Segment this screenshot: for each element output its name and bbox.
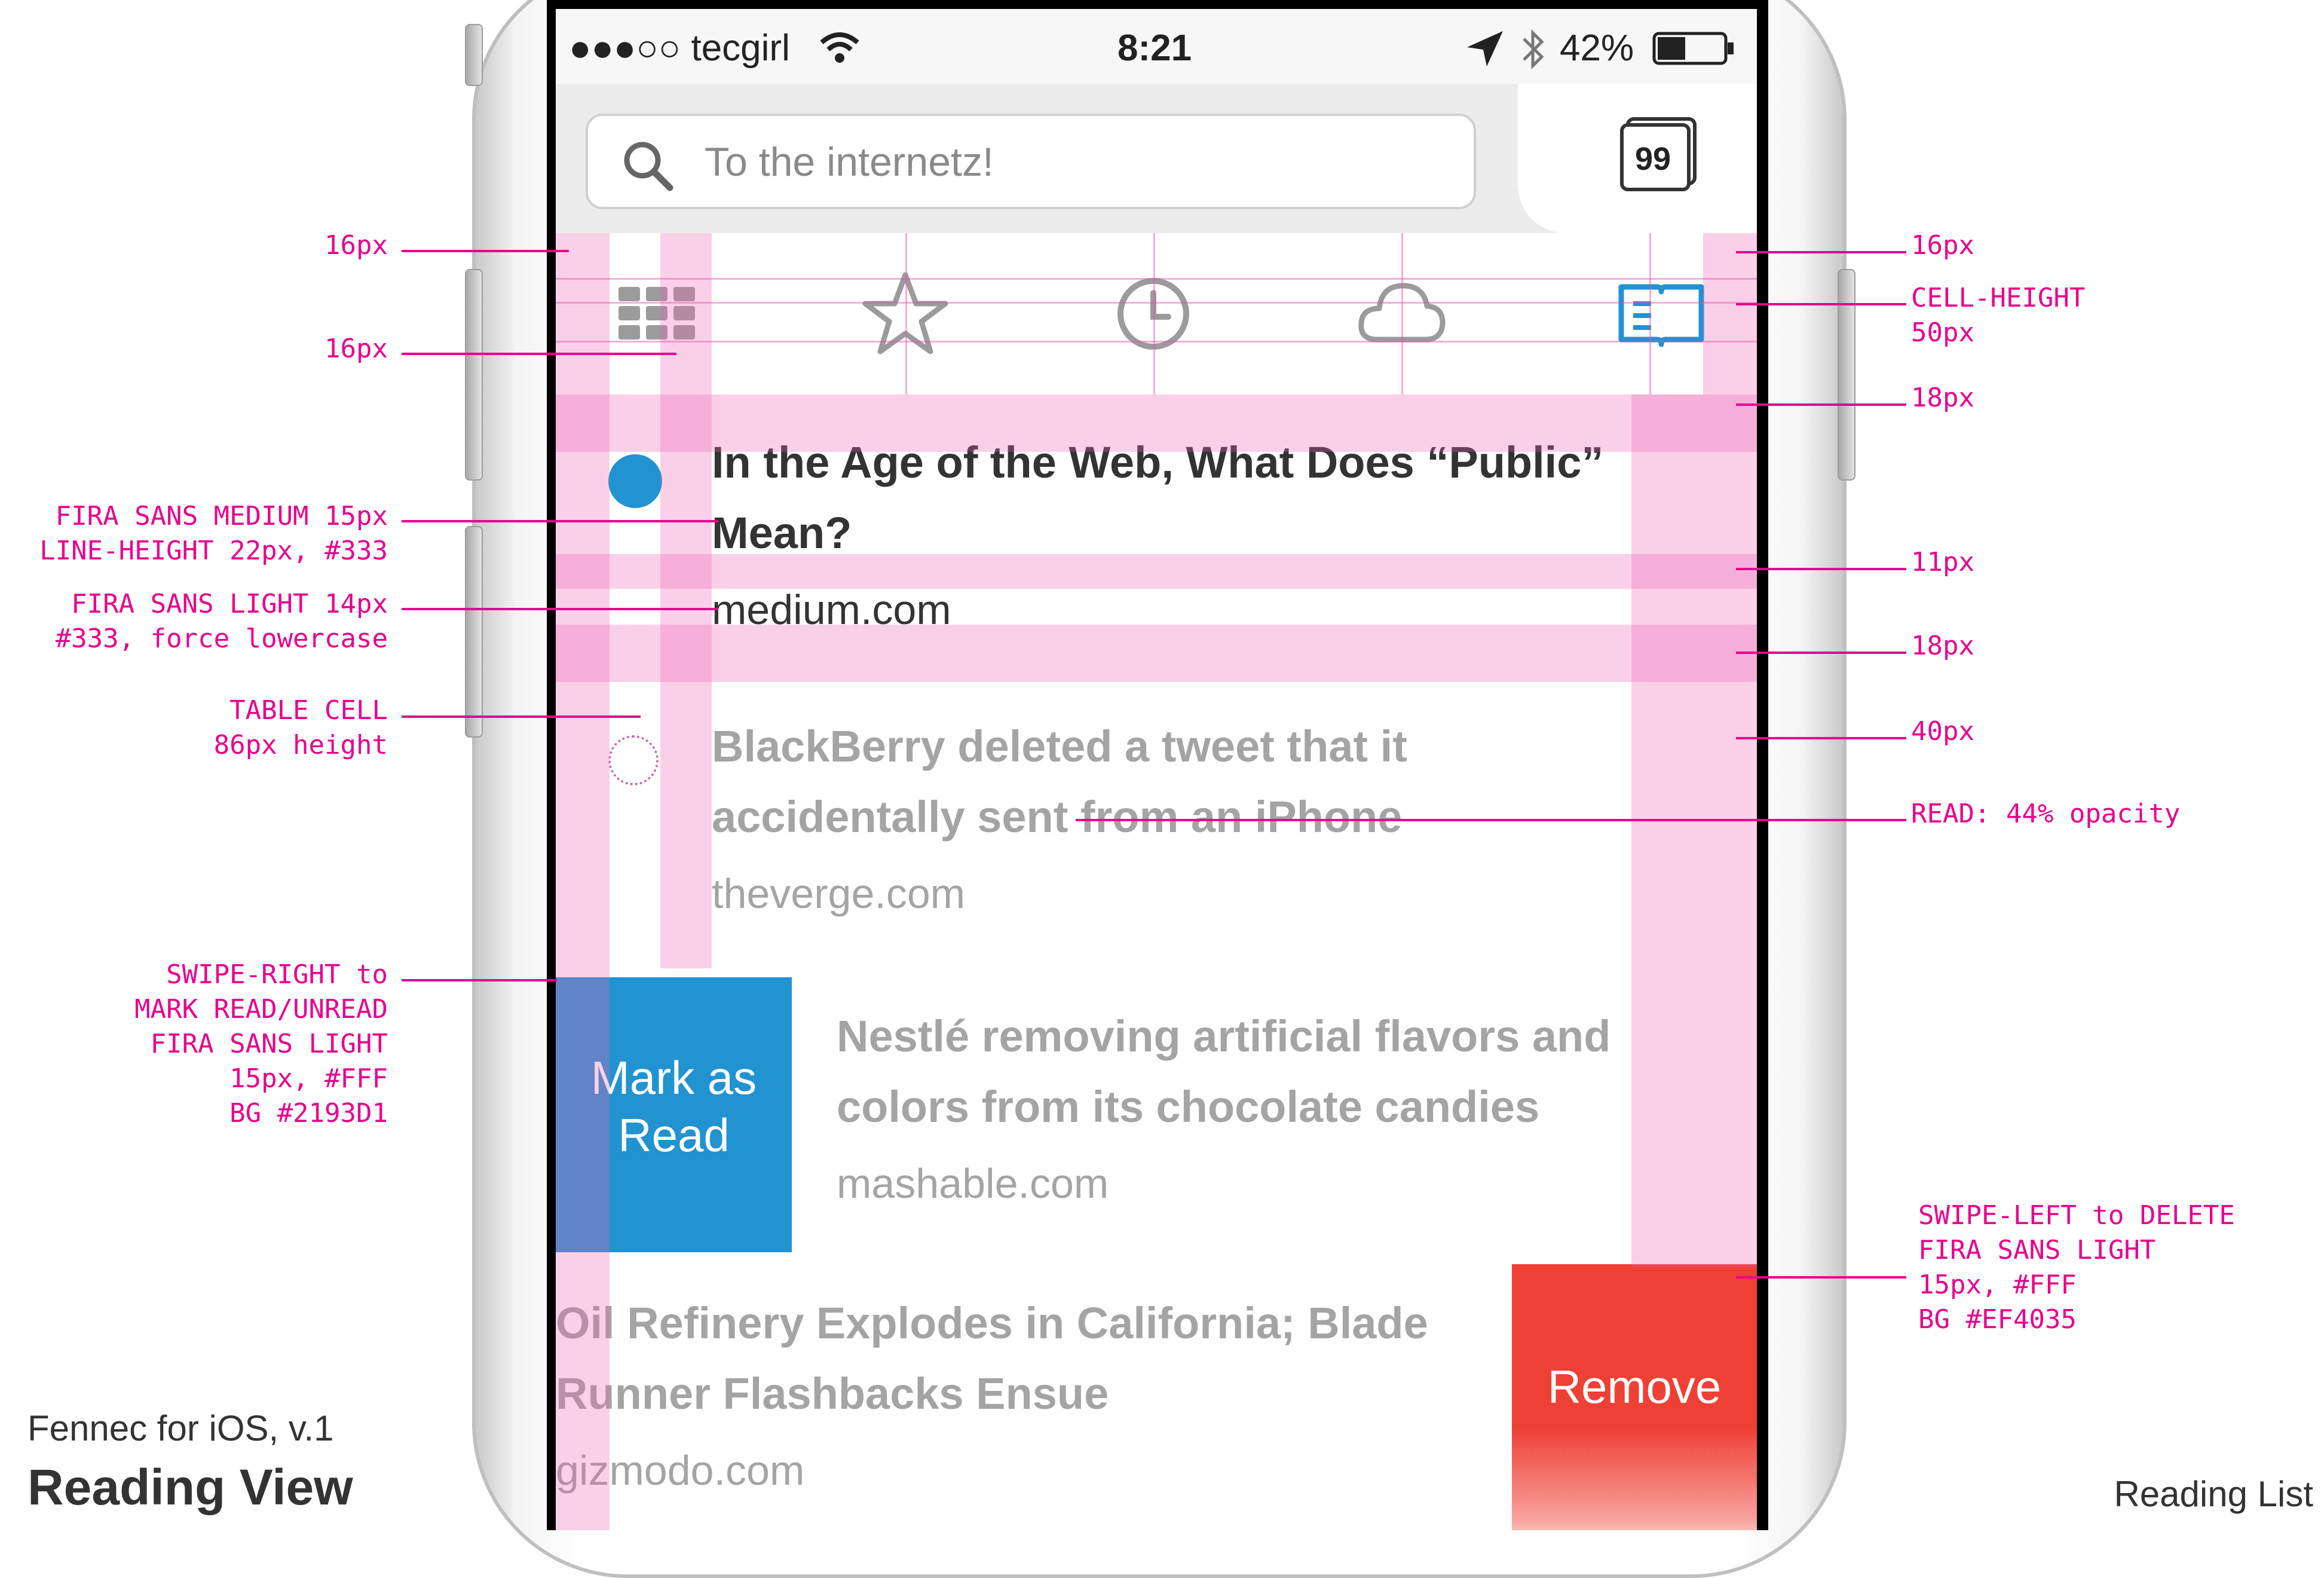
location-icon (1467, 31, 1503, 66)
annotation-leader (1736, 737, 1906, 739)
annotation-leader (402, 353, 676, 355)
annotation-leader (402, 979, 557, 981)
list-item[interactable]: BlackBerry deleted a tweet that it accid… (556, 687, 1757, 979)
url-bar: To the internetz! 99 (556, 84, 1757, 235)
annotation-leader (1076, 819, 1906, 821)
annotation-right-margin: 16px (1911, 230, 1974, 261)
annotation-swipe-left: SWIPE-LEFT to DELETE FIRA SANS LIGHT 15p… (1918, 1200, 2235, 1335)
annotation-swipe-right: SWIPE-RIGHT to MARK READ/UNREAD FIRA SAN… (134, 959, 388, 1129)
synced-cloud-icon[interactable] (1357, 269, 1446, 359)
annotation-leader (402, 250, 569, 252)
status-bar: ●●●○○ tecgirl 8:21 42% (556, 9, 1757, 87)
bookmarks-star-icon[interactable] (861, 269, 950, 359)
tabs-button[interactable]: 99 (1619, 117, 1697, 191)
reading-list-book-icon[interactable] (1616, 269, 1706, 359)
phone-side-button (465, 24, 483, 86)
mark-as-read-button[interactable]: Mark as Read (556, 977, 792, 1252)
annotation-leader (1736, 251, 1906, 253)
annotation-leader (1736, 652, 1906, 654)
article-domain: gizmodo.com (556, 1447, 805, 1494)
wifi-icon (820, 32, 859, 63)
app-display: ●●●○○ tecgirl 8:21 42% To the internetz!… (556, 9, 1757, 1530)
phone-volume-up-button (465, 269, 483, 481)
section-label: Reading List (2114, 1474, 2313, 1514)
article-title: Oil Refinery Explodes in California; Bla… (556, 1298, 1428, 1418)
annotation-leader (402, 520, 718, 522)
remove-button[interactable]: Remove (1512, 1264, 1757, 1530)
annotation-top-padding: 18px (1911, 383, 1974, 413)
annotation-icon-inset: 16px (324, 334, 388, 364)
view-title: Reading View (27, 1459, 353, 1515)
url-placeholder: To the internetz! (705, 139, 994, 185)
top-sites-grid-icon[interactable] (613, 269, 702, 359)
article-title: Nestlé removing artificial flavors and c… (837, 1011, 1611, 1131)
annotation-leader (1736, 1276, 1906, 1279)
bluetooth-icon (1523, 29, 1544, 70)
phone-volume-down-button (465, 526, 483, 738)
annotation-leader (1736, 568, 1906, 570)
annotation-cell-height: TABLE CELL 86px height (213, 695, 388, 760)
status-time: 8:21 (1117, 27, 1192, 69)
annotation-left-margin: 16px (324, 230, 388, 261)
annotation-bottom-padding: 18px (1911, 631, 1974, 661)
carrier-label: ●●●○○ tecgirl (569, 27, 790, 69)
article-domain: mashable.com (837, 1160, 1109, 1207)
annotation-toolbar-height: CELL-HEIGHT 50px (1911, 283, 2086, 348)
url-input[interactable]: To the internetz! (586, 114, 1476, 209)
annotation-leader (402, 608, 718, 610)
annotation-read-opacity: READ: 44% opacity (1911, 799, 2181, 829)
article-title: In the Age of the Web, What Does “Public… (712, 438, 1604, 558)
annotation-domain-font: FIRA SANS LIGHT 14px #333, force lowerca… (55, 589, 388, 654)
annotation-leader (1736, 303, 1906, 305)
phone-power-button (1838, 269, 1855, 481)
article-title: BlackBerry deleted a tweet that it accid… (712, 721, 1407, 842)
phone-screen: ●●●○○ tecgirl 8:21 42% To the internetz!… (547, 0, 1768, 1530)
article-domain: theverge.com (712, 870, 966, 917)
list-item[interactable]: Mark as Read Nestlé removing artificial … (556, 977, 1757, 1266)
article-domain: medium.com (712, 586, 951, 633)
annotation-leader (1736, 403, 1906, 406)
list-item[interactable]: Oil Refinery Explodes in California; Bla… (556, 1264, 1757, 1530)
list-item[interactable]: In the Age of the Web, What Does “Public… (556, 395, 1757, 689)
battery-percent: 42% (1560, 27, 1634, 69)
battery-icon (1652, 32, 1734, 65)
unread-dot-icon (608, 454, 662, 508)
history-clock-icon[interactable] (1109, 269, 1198, 359)
app-version-label: Fennec for iOS, v.1 (27, 1408, 334, 1448)
panel-toolbar (556, 233, 1757, 396)
annotation-title-gap: 11px (1911, 547, 1974, 577)
annotation-title-font: FIRA SANS MEDIUM 15px LINE-HEIGHT 22px, … (39, 501, 388, 566)
tab-count: 99 (1635, 141, 1671, 177)
search-icon (624, 142, 673, 191)
annotation-gutter-width: 40px (1911, 716, 1974, 747)
read-dot-icon (608, 735, 659, 785)
annotation-leader (402, 715, 641, 718)
